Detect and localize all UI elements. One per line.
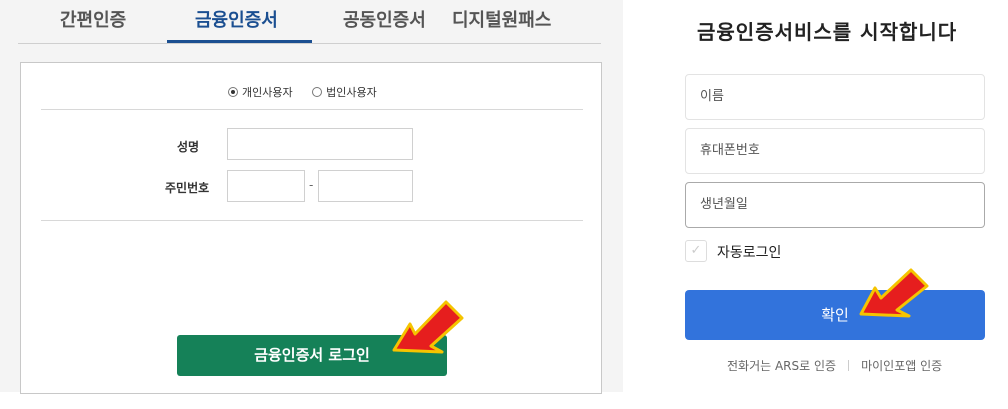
name-field[interactable]: 이름 [685, 74, 985, 120]
tab-digital-onepass[interactable]: 디지털원패스 [452, 6, 551, 32]
auth-method-tabs: 간편인증 금융인증서 공동인증서 디지털원패스 [0, 0, 623, 44]
auto-login-label[interactable]: 자동로그인 [717, 242, 781, 262]
rrn-label: 주민번호 [165, 181, 210, 195]
checkmark-icon: ✓ [690, 243, 702, 258]
radio-unchecked-icon[interactable] [312, 87, 323, 97]
page-title: 금융인증서비스를 시작합니다 [697, 20, 958, 44]
myinfo-app-auth-link[interactable]: 마이인포앱 인증 [861, 359, 942, 373]
rrn-separator: - [309, 178, 314, 192]
divider [41, 220, 583, 221]
red-pointer-arrow-icon [392, 300, 464, 354]
tab-financial-certificate[interactable]: 금융인증서 [195, 6, 278, 32]
radio-individual[interactable]: 개인사용자 [228, 84, 293, 100]
birthdate-field[interactable]: 생년월일 [685, 182, 985, 228]
divider [41, 109, 583, 110]
red-pointer-arrow-icon [859, 268, 929, 318]
rrn-back-input[interactable] [318, 170, 413, 202]
tabs-divider [18, 43, 601, 44]
confirm-button[interactable]: 확인 [685, 290, 985, 340]
link-separator [848, 360, 850, 371]
name-input[interactable] [227, 128, 413, 160]
ars-auth-link[interactable]: 전화거는 ARS로 인증 [727, 359, 836, 373]
radio-corporate-label: 법인사용자 [326, 86, 377, 99]
phone-field[interactable]: 휴대폰번호 [685, 128, 985, 174]
user-type-selector: 개인사용자 법인사용자 [228, 84, 393, 100]
radio-checked-icon[interactable] [228, 87, 238, 97]
radio-corporate[interactable]: 법인사용자 [312, 84, 377, 100]
name-label: 성명 [177, 140, 200, 154]
alt-auth-links: 전화거는 ARS로 인증 마이인포앱 인증 [727, 357, 942, 374]
radio-individual-label: 개인사용자 [242, 86, 293, 99]
login-form: 개인사용자 법인사용자 성명 주민번호 - 금융인증서 로그인 [20, 62, 602, 394]
auto-login-checkbox[interactable]: ✓ [685, 240, 707, 262]
rrn-front-input[interactable] [227, 170, 305, 202]
certificate-login-panel: 간편인증 금융인증서 공동인증서 디지털원패스 개인사용자 법인사용자 성명 주… [0, 0, 623, 394]
tab-simple-auth[interactable]: 간편인증 [60, 6, 126, 32]
tab-joint-certificate[interactable]: 공동인증서 [343, 6, 426, 32]
